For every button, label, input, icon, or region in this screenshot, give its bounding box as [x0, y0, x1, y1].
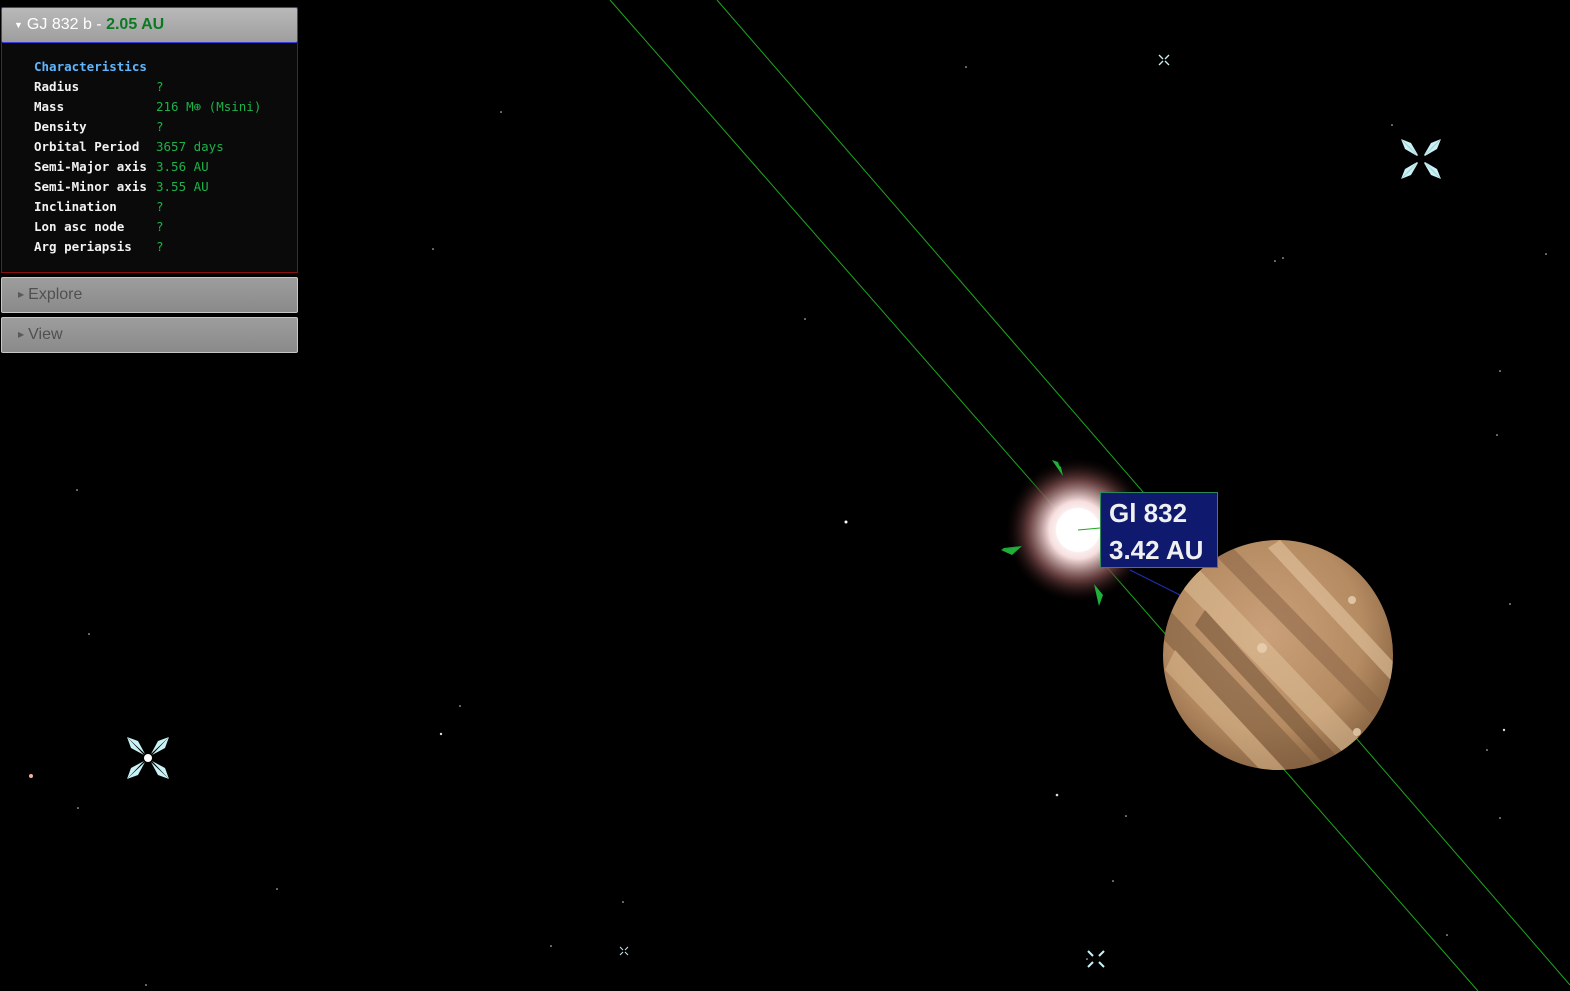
info-key: Arg periapsis [34, 239, 132, 254]
info-value: ? [156, 219, 164, 234]
planet-name: GJ 832 b - [26, 16, 107, 34]
info-value: ? [156, 199, 164, 214]
star-marker-icon[interactable] [1158, 54, 1170, 66]
info-key: Mass [34, 99, 65, 114]
info-row: Orbital Period 3657 days [34, 137, 297, 157]
star-distance: 3.42 AU [1109, 535, 1204, 565]
star-name: Gl 832 [1109, 498, 1188, 528]
info-value: ? [156, 79, 164, 94]
view-section-header[interactable]: ▶ View [1, 317, 298, 353]
info-row: Semi-Major axis 3.56 AU [34, 157, 297, 177]
planet-jupiter-icon[interactable] [1150, 540, 1410, 790]
star-marker-icon[interactable] [1087, 950, 1105, 968]
info-key: Orbital Period [34, 139, 140, 154]
star-marker-icon[interactable] [619, 946, 629, 956]
info-value: 3.55 AU [156, 179, 209, 194]
info-value: ? [156, 239, 164, 254]
explore-label: Explore [28, 286, 83, 304]
info-value: 3657 days [156, 139, 224, 154]
info-key: Radius [34, 79, 80, 94]
star-marker-icon[interactable] [1401, 139, 1441, 179]
info-row: Inclination? [34, 197, 297, 217]
info-row: Semi-Minor axis 3.55 AU [34, 177, 297, 197]
explore-section-header[interactable]: ▶ Explore [1, 277, 298, 313]
info-row: Lon asc node? [34, 217, 297, 237]
info-value: 3.56 AU [156, 159, 209, 174]
info-key: Inclination [34, 199, 117, 214]
info-value: ? [156, 119, 164, 134]
info-row: Arg periapsis? [34, 237, 297, 257]
planet-distance: 2.05 AU [106, 16, 165, 34]
star-label[interactable]: Gl 832 3.42 AU [1100, 492, 1218, 568]
info-key: Semi-Minor axis [34, 179, 147, 194]
characteristics-section: Characteristics Radius? Mass 216 M⊕ (Msin… [1, 43, 298, 273]
info-row: Mass 216 M⊕ (Msini) [34, 97, 297, 117]
info-key: Semi-Major axis [34, 159, 147, 174]
section-title: Characteristics [34, 59, 147, 74]
view-label: View [28, 326, 63, 344]
info-value: 216 M⊕ (Msini) [156, 99, 262, 114]
triangle-right-icon: ▶ [18, 290, 25, 299]
info-key: Density [34, 119, 87, 134]
info-row: Radius? [34, 77, 297, 97]
info-row: Density? [34, 117, 297, 137]
planet-panel-header[interactable]: ▼ GJ 832 b - 2.05 AU [1, 7, 298, 43]
star-marker-icon[interactable] [127, 737, 169, 779]
info-key: Lon asc node [34, 219, 125, 234]
triangle-down-icon: ▼ [14, 20, 23, 30]
object-info-panel: ▼ GJ 832 b - 2.05 AU Characteristics Radi… [1, 7, 298, 353]
triangle-right-icon: ▶ [18, 330, 25, 339]
